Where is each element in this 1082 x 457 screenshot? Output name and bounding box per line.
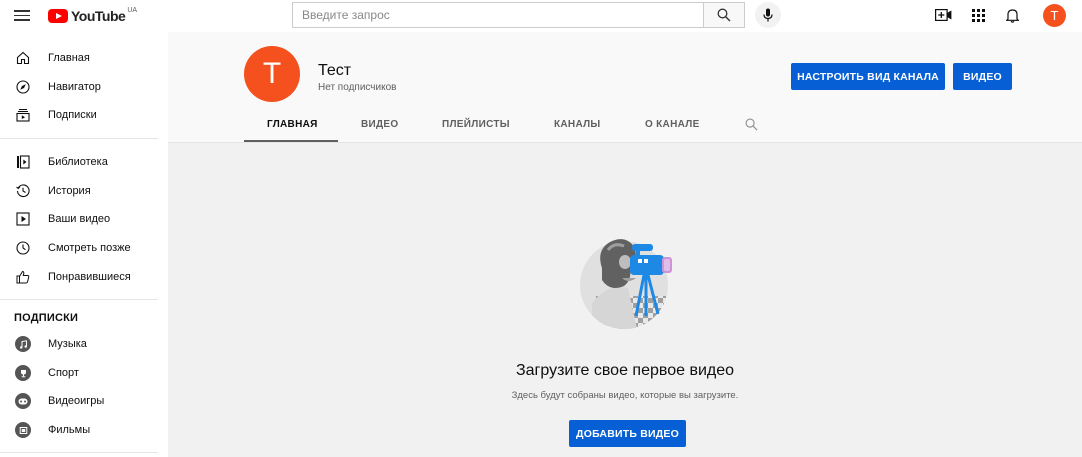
sidebar-divider [0, 138, 158, 139]
sidebar-divider [0, 452, 158, 453]
sidebar-item-label: Ваши видео [48, 213, 111, 225]
sidebar-item-label: Навигатор [48, 81, 101, 93]
tab-playlists[interactable]: ПЛЕЙЛИСТЫ [442, 119, 510, 130]
library-icon [15, 154, 31, 170]
channel-search-button[interactable] [745, 118, 759, 132]
sidebar-item-label: Музыка [48, 338, 87, 350]
sidebar: Главная Навигатор Подписки Библиотека Ис… [0, 32, 168, 457]
sidebar-item-label: Смотреть позже [48, 242, 131, 254]
sidebar-item-label: Спорт [48, 367, 79, 379]
video-camera-illustration [580, 239, 672, 329]
sidebar-item-watch-later[interactable]: Смотреть позже [0, 234, 158, 262]
gamepad-icon [15, 393, 31, 409]
sidebar-item-label: Фильмы [48, 424, 91, 436]
customize-channel-button[interactable]: НАСТРОИТЬ ВИД КАНАЛА [791, 63, 945, 90]
logo-text: YouTube [71, 8, 126, 24]
sidebar-divider [0, 299, 158, 300]
subscriptions-heading: ПОДПИСКИ [14, 312, 79, 324]
manage-videos-button[interactable]: ВИДЕО [953, 63, 1012, 90]
subscriptions-icon [15, 107, 31, 123]
music-icon [15, 336, 31, 352]
sidebar-item-your-videos[interactable]: Ваши видео [0, 205, 158, 233]
channel-header: T Тест Нет подписчиков НАСТРОИТЬ ВИД КАН… [168, 32, 1082, 143]
tab-home[interactable]: ГЛАВНАЯ [267, 119, 318, 130]
sidebar-item-label: Видеоигры [48, 395, 105, 407]
search-button[interactable] [703, 2, 745, 28]
thumb-up-icon [15, 269, 31, 285]
hamburger-menu-icon[interactable] [14, 7, 30, 23]
film-icon [15, 422, 31, 438]
video-camera-plus-icon [934, 9, 951, 21]
sidebar-item-liked[interactable]: Понравившиеся [0, 263, 158, 291]
sidebar-item-history[interactable]: История [0, 177, 158, 205]
sidebar-subscription-sport[interactable]: Спорт [0, 359, 158, 387]
sidebar-item-label: Библиотека [48, 156, 108, 168]
tab-videos[interactable]: ВИДЕО [361, 119, 398, 130]
your-videos-icon [15, 211, 31, 227]
create-video-button[interactable] [934, 6, 952, 24]
search-icon [745, 118, 758, 131]
sidebar-item-home[interactable]: Главная [0, 44, 158, 72]
watch-later-icon [15, 240, 31, 256]
microphone-icon [763, 8, 773, 22]
trophy-icon [15, 365, 31, 381]
search-icon [717, 8, 731, 22]
youtube-logo[interactable]: YouTube UA [48, 7, 137, 25]
logo-region: UA [127, 6, 138, 14]
apps-button[interactable] [969, 6, 987, 24]
sidebar-item-library[interactable]: Библиотека [0, 148, 158, 176]
empty-state-subtitle: Здесь будут собраны видео, которые вы за… [511, 390, 739, 401]
account-avatar[interactable]: T [1043, 4, 1066, 27]
channel-avatar[interactable]: T [244, 46, 300, 102]
sidebar-item-explore[interactable]: Навигатор [0, 73, 158, 101]
sidebar-item-label: История [48, 185, 91, 197]
channel-content: Загрузите свое первое видео Здесь будут … [168, 143, 1082, 457]
voice-search-button[interactable] [755, 2, 781, 28]
search-input[interactable] [293, 3, 703, 27]
apps-grid-icon [971, 8, 985, 22]
empty-state-title: Загрузите свое первое видео [515, 362, 735, 379]
notifications-button[interactable] [1003, 6, 1021, 24]
bell-icon [1005, 8, 1019, 23]
sidebar-subscription-gaming[interactable]: Видеоигры [0, 387, 158, 415]
sidebar-subscription-music[interactable]: Музыка [0, 330, 158, 358]
sidebar-item-label: Главная [48, 52, 90, 64]
channel-name: Тест [318, 62, 352, 79]
sidebar-subscription-movies[interactable]: Фильмы [0, 416, 158, 444]
youtube-play-icon [48, 9, 68, 23]
subscriber-count: Нет подписчиков [318, 82, 397, 93]
search-box [292, 2, 703, 28]
sidebar-item-label: Подписки [48, 109, 97, 121]
compass-icon [15, 79, 31, 95]
home-icon [15, 50, 31, 66]
sidebar-item-label: Понравившиеся [48, 271, 131, 283]
tab-about[interactable]: О КАНАЛЕ [645, 119, 700, 130]
top-bar: YouTube UA T [0, 0, 1082, 32]
active-tab-indicator [244, 140, 338, 142]
add-video-button[interactable]: ДОБАВИТЬ ВИДЕО [569, 420, 686, 447]
sidebar-item-subscriptions[interactable]: Подписки [0, 101, 158, 129]
history-icon [15, 183, 31, 199]
tab-channels[interactable]: КАНАЛЫ [554, 119, 601, 130]
